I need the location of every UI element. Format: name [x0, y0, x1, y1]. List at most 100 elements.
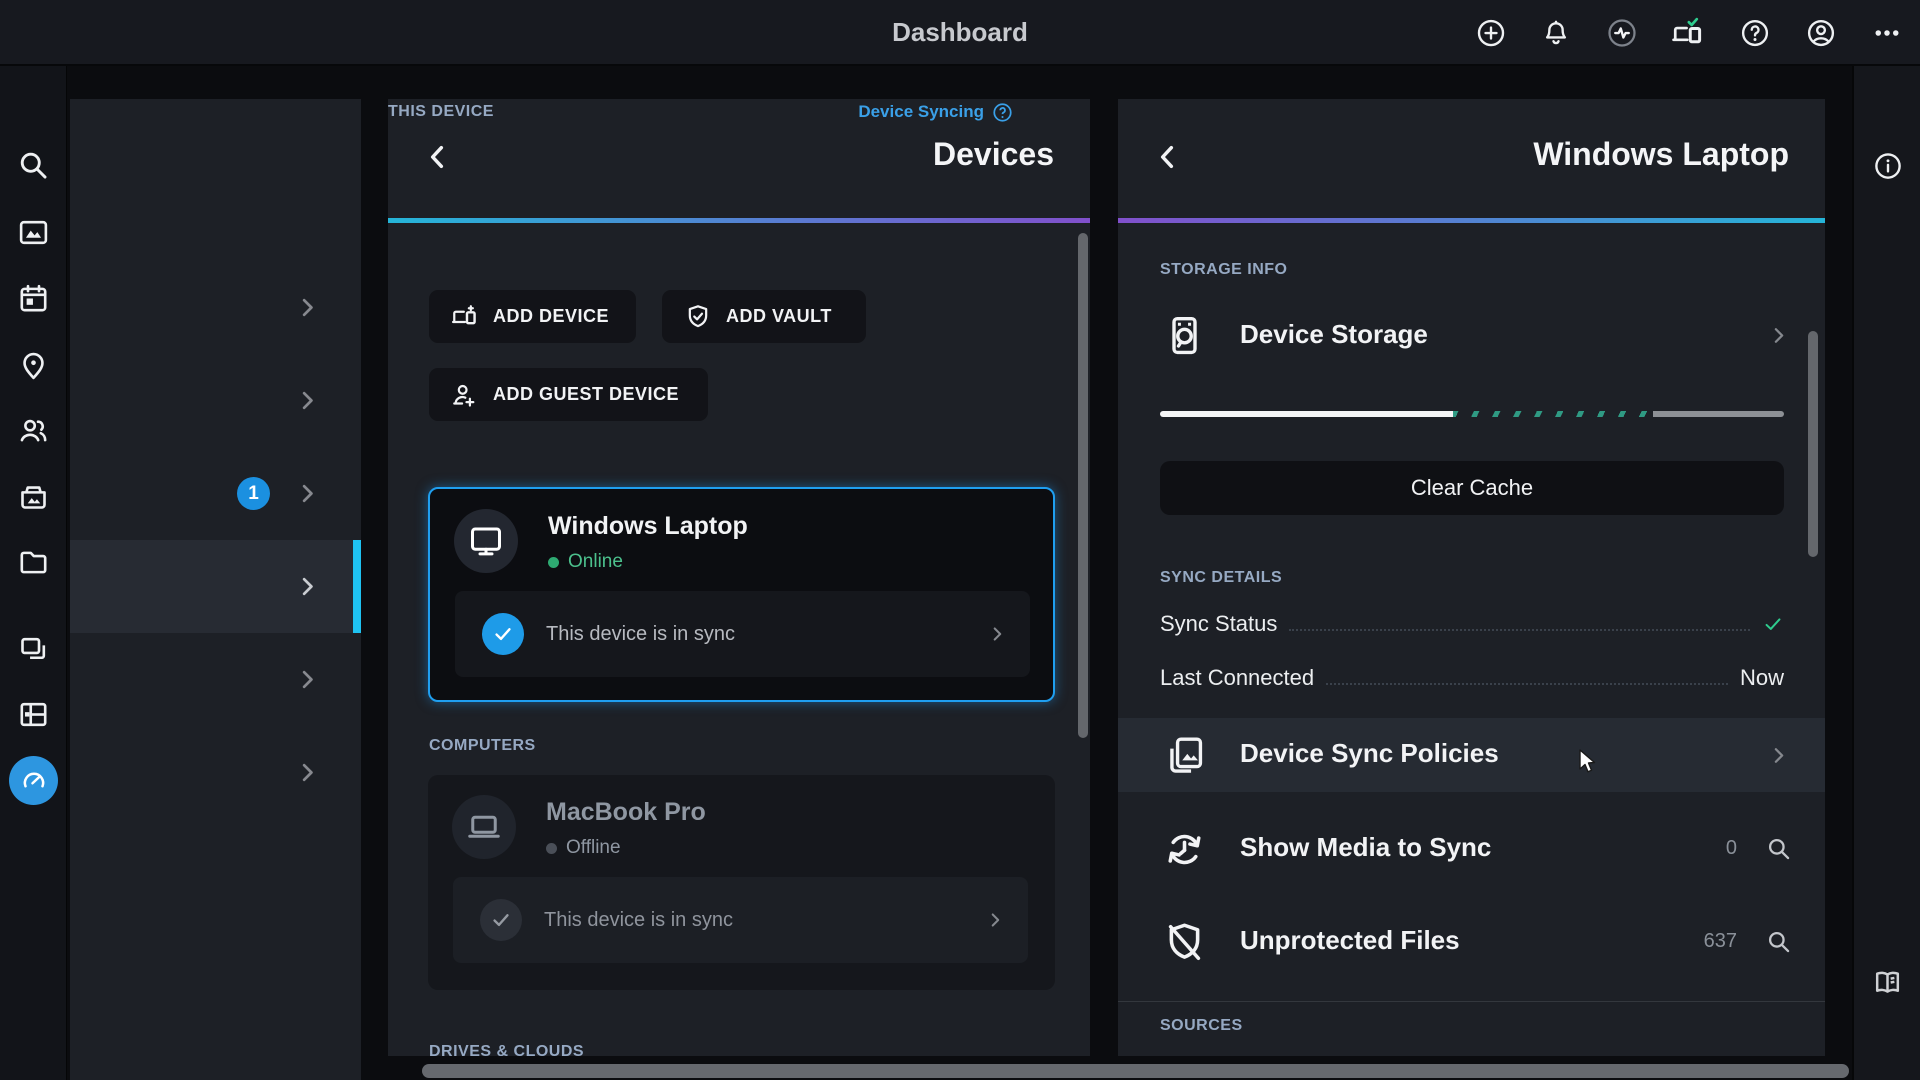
- storage-syncing-segment: [1453, 411, 1653, 417]
- map-pin-icon[interactable]: [17, 349, 50, 382]
- unprotected-files-count: 637: [1704, 930, 1737, 953]
- right-edge-strip: [1852, 66, 1920, 1080]
- sources-section-label: SOURCES: [1160, 1017, 1243, 1035]
- notifications-bell-icon[interactable]: [1541, 18, 1571, 48]
- check-circle-icon: [480, 899, 522, 941]
- calendar-icon[interactable]: [17, 282, 50, 315]
- device-name: MacBook Pro: [546, 798, 706, 827]
- section-divider: [1118, 1001, 1825, 1002]
- clear-cache-button[interactable]: Clear Cache: [1160, 461, 1784, 515]
- show-media-count: 0: [1726, 837, 1737, 860]
- clear-cache-label: Clear Cache: [1411, 475, 1533, 501]
- sync-status-kv-row: Sync Status: [1160, 597, 1784, 643]
- device-name: Windows Laptop: [548, 512, 748, 541]
- unprotected-files-row[interactable]: Unprotected Files 637: [1118, 905, 1825, 979]
- sync-clock-icon: [1162, 827, 1207, 872]
- devices-synced-icon[interactable]: [1671, 16, 1705, 50]
- sync-message: This device is in sync: [544, 909, 984, 932]
- chevron-right-icon: [294, 759, 321, 786]
- dotted-leader: [1289, 629, 1750, 631]
- quick-nav-panel: 1: [70, 99, 361, 1080]
- show-media-to-sync-row[interactable]: Show Media to Sync 0: [1118, 812, 1825, 886]
- nav-row-5[interactable]: [70, 633, 361, 726]
- this-device-card[interactable]: Windows Laptop Online This device is in …: [428, 487, 1055, 702]
- chevron-right-icon: [1766, 743, 1791, 768]
- activity-pulse-icon[interactable]: [1607, 18, 1637, 48]
- shield-check-icon: [684, 303, 712, 331]
- add-vault-button[interactable]: ADD VAULT: [662, 290, 866, 343]
- device-storage-row[interactable]: Device Storage: [1118, 295, 1825, 375]
- chevron-right-icon: [984, 909, 1006, 931]
- storage-free-segment: [1653, 411, 1784, 417]
- header-gradient-bar: [388, 218, 1090, 223]
- sync-status-label: Sync Status: [1160, 611, 1277, 637]
- back-button[interactable]: [422, 141, 454, 173]
- device-sync-policies-row[interactable]: Device Sync Policies: [1118, 718, 1825, 792]
- nav-row-2[interactable]: [70, 354, 361, 447]
- sync-details-section-label: SYNC DETAILS: [1160, 569, 1282, 587]
- chevron-right-icon: [294, 294, 321, 321]
- account-circle-icon[interactable]: [1806, 18, 1836, 48]
- people-icon[interactable]: [17, 414, 50, 447]
- nav-row-4-selected[interactable]: [70, 540, 361, 633]
- devices-header: Devices: [388, 99, 1090, 218]
- back-button[interactable]: [1152, 141, 1184, 173]
- dashboard-gauge-icon: [19, 766, 49, 796]
- add-device-label: ADD DEVICE: [493, 306, 609, 327]
- status-dot: [546, 843, 557, 854]
- count-badge: 1: [237, 477, 270, 510]
- dashboard-gauge-active[interactable]: [9, 756, 58, 805]
- detail-panel-scrollbar[interactable]: [1808, 331, 1818, 557]
- add-guest-label: ADD GUEST DEVICE: [493, 384, 679, 405]
- active-indicator-bar: [353, 540, 361, 633]
- device-status: Online: [548, 551, 623, 573]
- dotted-leader: [1326, 683, 1728, 685]
- search-icon: [1766, 929, 1792, 955]
- person-plus-icon: [451, 381, 479, 409]
- chevron-right-icon: [1766, 323, 1791, 348]
- photos-icon[interactable]: [17, 216, 50, 249]
- nav-row-6[interactable]: [70, 726, 361, 819]
- devices-panel-scrollbar[interactable]: [1078, 233, 1088, 738]
- app-window: Dashboard: [0, 0, 1920, 1080]
- device-storage-label: Device Storage: [1240, 319, 1428, 350]
- layout-grid-icon[interactable]: [17, 698, 50, 731]
- last-connected-label: Last Connected: [1160, 665, 1314, 691]
- hard-drive-icon: [1162, 313, 1207, 358]
- monitor-icon: [454, 509, 518, 573]
- storage-info-section-label: STORAGE INFO: [1160, 261, 1288, 279]
- help-circle-icon[interactable]: [1740, 18, 1770, 48]
- shield-slash-icon: [1162, 920, 1207, 965]
- top-bar: Dashboard: [0, 0, 1920, 66]
- search-icon: [1766, 836, 1792, 862]
- add-circle-icon[interactable]: [1476, 18, 1506, 48]
- search-icon[interactable]: [17, 149, 50, 182]
- status-dot: [548, 557, 559, 568]
- add-device-button[interactable]: ADD DEVICE: [429, 290, 636, 343]
- sync-status-row[interactable]: This device is in sync: [455, 591, 1030, 677]
- add-guest-device-button[interactable]: ADD GUEST DEVICE: [429, 368, 708, 421]
- sync-status-row[interactable]: This device is in sync: [453, 877, 1028, 963]
- add-device-icon: [451, 303, 479, 331]
- horizontal-scrollbar[interactable]: [422, 1064, 1849, 1078]
- collections-icon[interactable]: [17, 633, 50, 666]
- info-circle-icon[interactable]: [1873, 151, 1903, 181]
- devices-panel: Devices ADD DEVICE ADD VAULT ADD GUEST D…: [388, 99, 1090, 1056]
- header-gradient-bar: [1118, 218, 1825, 223]
- chevron-right-icon: [294, 666, 321, 693]
- device-status: Offline: [546, 837, 621, 859]
- detail-panel-title: Windows Laptop: [1533, 136, 1789, 173]
- folders-icon[interactable]: [17, 546, 50, 579]
- add-vault-label: ADD VAULT: [726, 306, 832, 327]
- last-connected-value: Now: [1740, 665, 1784, 691]
- more-ellipsis-icon[interactable]: [1872, 18, 1902, 48]
- device-detail-panel: Windows Laptop STORAGE INFO Device Stora…: [1118, 99, 1825, 1056]
- reference-book-icon[interactable]: [1871, 966, 1904, 999]
- albums-icon[interactable]: [17, 480, 50, 513]
- nav-row-3[interactable]: 1: [70, 447, 361, 540]
- check-circle-icon: [482, 613, 524, 655]
- nav-row-1[interactable]: [70, 261, 361, 354]
- status-text: Online: [568, 551, 623, 573]
- left-icon-rail: [0, 66, 67, 1080]
- computer-device-card[interactable]: MacBook Pro Offline This device is in sy…: [428, 775, 1055, 990]
